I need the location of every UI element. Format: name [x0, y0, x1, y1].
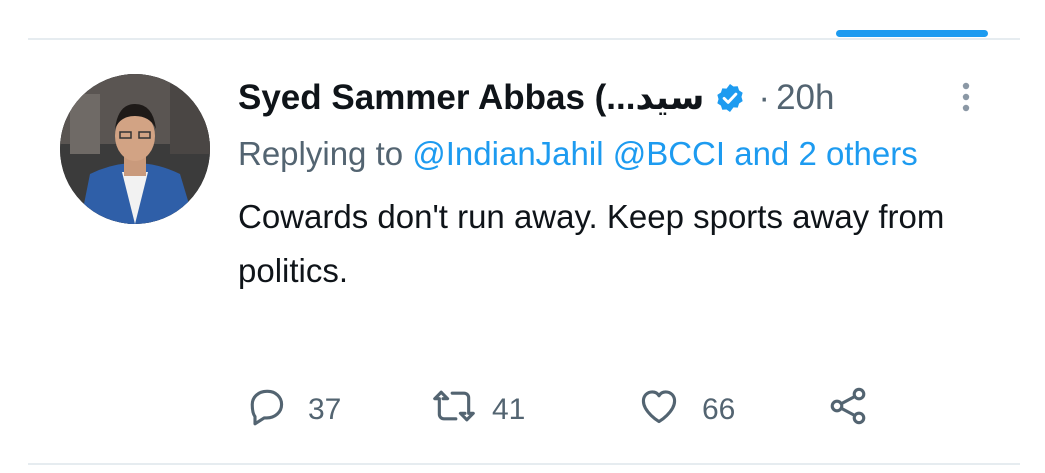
- verified-badge-icon: [714, 82, 746, 114]
- share-icon: [826, 384, 870, 436]
- bottom-divider: [28, 463, 1020, 465]
- retweet-icon: [430, 384, 478, 436]
- replying-prefix: Replying to: [238, 135, 413, 172]
- like-button[interactable]: 66: [636, 388, 735, 432]
- tweet[interactable]: Syed Sammer Abbas (...سید · 20h Replying…: [0, 40, 1045, 463]
- timestamp[interactable]: 20h: [776, 72, 834, 124]
- replying-mentions[interactable]: @IndianJahil @BCCI and 2 others: [412, 135, 917, 172]
- reply-icon: [244, 384, 288, 436]
- tweet-header: Syed Sammer Abbas (...سید · 20h: [238, 72, 998, 124]
- avatar[interactable]: [60, 74, 210, 224]
- heart-icon: [636, 384, 682, 436]
- time-separator: ·: [758, 78, 771, 117]
- tweet-screen: Syed Sammer Abbas (...سید · 20h Replying…: [0, 0, 1045, 473]
- like-count: 66: [702, 393, 736, 426]
- tweet-body: Syed Sammer Abbas (...سید · 20h Replying…: [238, 72, 998, 298]
- tab-indicator: [836, 30, 988, 37]
- reply-count: 37: [308, 393, 342, 426]
- tweet-text: Cowards don't run away. Keep sports away…: [238, 198, 945, 289]
- share-button[interactable]: [826, 387, 870, 432]
- retweet-button[interactable]: 41: [430, 388, 525, 432]
- more-vertical-icon[interactable]: [958, 78, 974, 118]
- replying-to: Replying to @IndianJahil @BCCI and 2 oth…: [238, 128, 958, 180]
- avatar-photo: [60, 74, 210, 224]
- action-bar: 37 41 66: [240, 387, 880, 432]
- reply-button[interactable]: 37: [244, 388, 341, 432]
- display-name[interactable]: Syed Sammer Abbas (...سید: [238, 72, 704, 124]
- retweet-count: 41: [492, 393, 526, 426]
